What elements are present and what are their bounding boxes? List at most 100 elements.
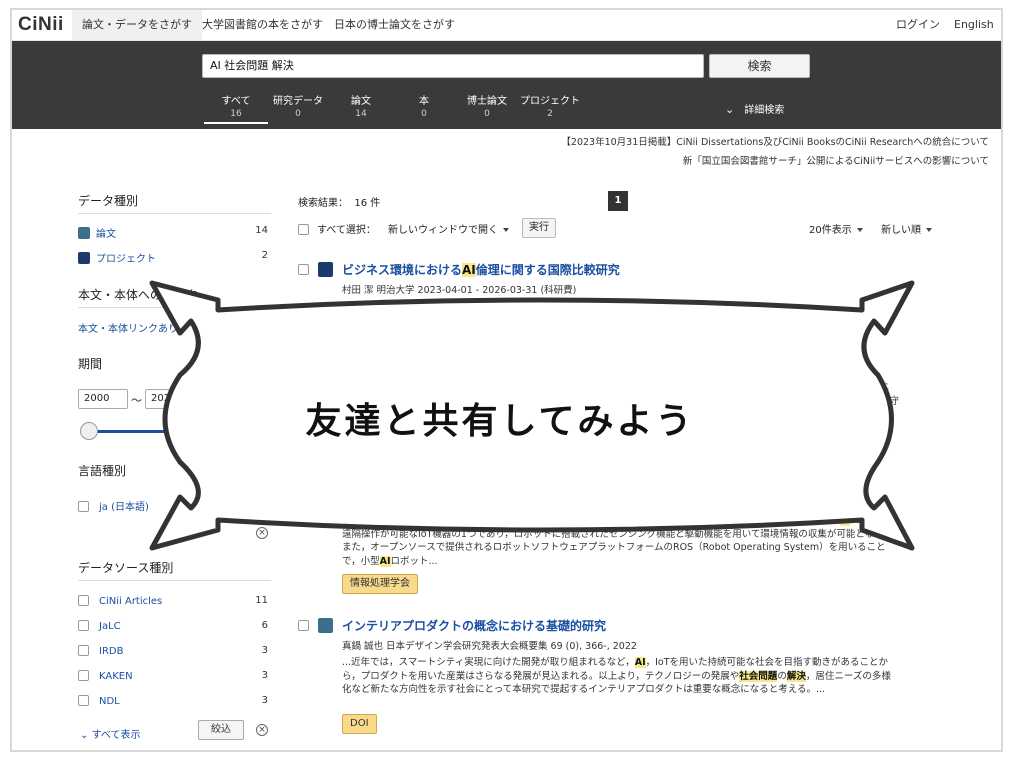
select-all-checkbox[interactable] bbox=[298, 224, 309, 235]
tab-label: すべて bbox=[221, 96, 251, 107]
facet-item-jalc[interactable]: JaLC 6 bbox=[78, 620, 268, 632]
clear-icon[interactable]: × bbox=[256, 724, 268, 736]
tab-label: 論文 bbox=[351, 96, 371, 107]
facet-count: 3 bbox=[261, 670, 268, 681]
snippet-highlight: 解決 bbox=[786, 670, 806, 682]
doi-badge[interactable]: DOI bbox=[342, 714, 377, 734]
article-icon bbox=[318, 618, 333, 633]
facet-count: 3 bbox=[261, 645, 268, 656]
facet-title-period: 期間 bbox=[78, 357, 103, 371]
facet-label: ja (日本語) bbox=[99, 502, 149, 513]
nav-books[interactable]: 大学図書館の本をさがす bbox=[192, 10, 333, 40]
share-banner-text: 友達と共有してみよう bbox=[305, 401, 695, 442]
facet-item-cinii-articles[interactable]: CiNii Articles 11 bbox=[78, 595, 268, 607]
result-checkbox[interactable] bbox=[298, 264, 309, 275]
result-title-link[interactable]: 誰もが暮らす共生社会においてバリアフリーを実現するためのサービスの研究 bbox=[342, 319, 761, 336]
facet-label: プロジェクト bbox=[96, 254, 156, 265]
title-highlight: AI bbox=[462, 263, 476, 277]
result-title-link[interactable]: ビジネス環境におけるAI倫理に関する国際比較研究 bbox=[342, 261, 620, 278]
snippet-text: に活用することが期待されてい...型 bbox=[688, 515, 840, 526]
tab-label: 本 bbox=[419, 96, 429, 107]
facet-item-kaken[interactable]: KAKEN 3 bbox=[78, 670, 268, 682]
facet-label: JaLC bbox=[99, 621, 121, 632]
page-number[interactable]: 1 bbox=[608, 191, 628, 211]
tab-research-data[interactable]: 研究データ 0 bbox=[266, 92, 330, 119]
tab-dissertations[interactable]: 博士論文 0 bbox=[455, 92, 519, 119]
facet-label: KAKEN bbox=[99, 671, 133, 682]
checkbox[interactable] bbox=[78, 670, 89, 681]
tab-books[interactable]: 本 0 bbox=[392, 92, 456, 119]
notice-link-1[interactable]: 【2023年10月31日掲載】CiNii Dissertations及びCiNi… bbox=[561, 134, 989, 148]
checkbox[interactable] bbox=[78, 645, 89, 656]
checkbox[interactable] bbox=[78, 695, 89, 706]
facet-title-source: データソース種別 bbox=[78, 561, 174, 575]
open-mode-select[interactable]: 新しいウィンドウで開く bbox=[388, 221, 509, 236]
show-all-link[interactable]: ⌄ すべて表示 bbox=[80, 726, 140, 741]
article-icon bbox=[78, 227, 90, 239]
filter-button[interactable]: 絞込 bbox=[198, 720, 244, 740]
facet-item-fulltext[interactable]: 本文・本体リンクあり 12 bbox=[78, 320, 268, 335]
sort-select[interactable]: 新しい順 bbox=[881, 221, 932, 236]
facet-label: 本文・本体リンクあり bbox=[78, 324, 178, 335]
search-input[interactable]: AI 社会問題 解決 bbox=[202, 54, 704, 78]
facet-item-irdb[interactable]: IRDB 3 bbox=[78, 645, 268, 657]
snippet-highlight: AI bbox=[839, 515, 851, 526]
result-title-link[interactable]: インテリアプロダクトの概念における基礎的研究 bbox=[342, 617, 606, 634]
select-all-label: すべて選択： bbox=[317, 225, 376, 236]
snippet-highlight: 社会問題 bbox=[621, 515, 660, 526]
snippet-highlight: AI bbox=[634, 657, 646, 668]
result-count-label: 検索結果： bbox=[298, 198, 348, 209]
notice-link-2[interactable]: 新「国立国会図書館サーチ」公開によるCiNiiサービスへの影響について bbox=[683, 153, 989, 167]
facet-label: IRDB bbox=[99, 646, 124, 657]
facet-item-ndl[interactable]: NDL 3 bbox=[78, 695, 268, 707]
sort-value: 新しい順 bbox=[881, 225, 921, 236]
result-count-value: 16 件 bbox=[354, 198, 381, 209]
tab-label: プロジェクト bbox=[520, 96, 580, 107]
tab-articles[interactable]: 論文 14 bbox=[329, 92, 393, 119]
advanced-search-toggle[interactable]: ⌄ 詳細検索 bbox=[725, 101, 784, 116]
clear-icon[interactable]: × bbox=[256, 527, 268, 539]
cinii-logo[interactable]: CiNii bbox=[18, 14, 64, 36]
caret-down-icon bbox=[926, 228, 932, 232]
checkbox[interactable] bbox=[78, 620, 89, 631]
english-link[interactable]: English bbox=[944, 10, 1001, 40]
result-checkbox[interactable] bbox=[298, 620, 309, 631]
facet-count: 2 bbox=[261, 250, 268, 261]
facet-count: 6 bbox=[261, 620, 268, 631]
search-button[interactable]: 検索 bbox=[709, 54, 810, 78]
lightbulb-icon bbox=[318, 262, 333, 277]
tab-count: 2 bbox=[547, 109, 553, 119]
facet-label: NDL bbox=[99, 696, 120, 707]
tab-label: 研究データ bbox=[273, 96, 323, 107]
tab-all[interactable]: すべて 16 bbox=[204, 92, 268, 124]
facet-title-language: 言語種別 bbox=[78, 464, 127, 478]
snippet-text: ...IoT機器からセンサー情報を収集してクラウドで解析し，様々な bbox=[342, 515, 622, 526]
result-meta: 村田 潔 明治大学 2023-04-01 - 2026-03-31 (科研費) bbox=[342, 285, 577, 296]
snippet-highlight: 社会問題 bbox=[739, 670, 778, 682]
snippet-text: の bbox=[659, 515, 670, 526]
login-link[interactable]: ログイン bbox=[886, 10, 950, 40]
tab-count: 0 bbox=[484, 109, 490, 119]
facet-count: 11 bbox=[255, 595, 268, 606]
tab-projects[interactable]: プロジェクト 2 bbox=[518, 92, 582, 119]
run-button[interactable]: 実行 bbox=[522, 218, 556, 238]
title-text: 倫理に関する国際比較研究 bbox=[475, 263, 620, 277]
snippet-text: ...近年では，スマートシティ実現に向けた開発が取り組まれるなど， bbox=[342, 657, 635, 668]
caret-down-icon bbox=[503, 228, 509, 232]
nav-articles[interactable]: 論文・データをさがす bbox=[72, 10, 202, 40]
lightbulb-icon bbox=[78, 252, 90, 264]
divider bbox=[78, 580, 271, 581]
title-text: ビジネス環境における bbox=[342, 263, 463, 277]
facet-count: 14 bbox=[255, 225, 268, 236]
facet-item-articles[interactable]: 論文 14 bbox=[78, 225, 268, 240]
checkbox[interactable] bbox=[78, 595, 89, 606]
facet-item-ja[interactable]: ja (日本語) bbox=[78, 498, 268, 513]
source-badge[interactable]: 情報処理学会 bbox=[342, 574, 418, 594]
checkbox[interactable] bbox=[78, 501, 89, 512]
show-all-label: すべて表示 bbox=[91, 730, 141, 741]
per-page-select[interactable]: 20件表示 bbox=[809, 221, 863, 236]
nav-dissertations[interactable]: 日本の博士論文をさがす bbox=[324, 10, 465, 40]
facet-item-projects[interactable]: プロジェクト 2 bbox=[78, 250, 268, 265]
result-snippet: ...近年では，スマートシティ実現に向けた開発が取り組まれるなど，AI，IoTを… bbox=[342, 656, 898, 697]
result-checkbox[interactable] bbox=[298, 322, 309, 333]
